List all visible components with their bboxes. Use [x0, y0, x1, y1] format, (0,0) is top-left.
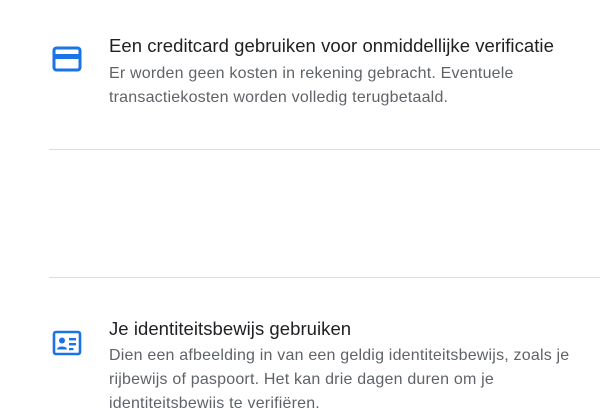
- option-credit-card[interactable]: Een creditcard gebruiken voor onmiddelli…: [0, 0, 610, 150]
- divider: [49, 277, 600, 278]
- option-description: Dien een afbeelding in van een geldig id…: [109, 347, 570, 408]
- option-title: Een creditcard gebruiken voor onmiddelli…: [109, 35, 554, 56]
- option-text: Je identiteitsbewijs gebruiken Dien een …: [109, 314, 589, 408]
- id-card-icon: [52, 330, 82, 356]
- option-text: Een creditcard gebruiken voor onmiddelli…: [109, 31, 589, 110]
- option-description: Er worden geen kosten in rekening gebrac…: [109, 65, 514, 106]
- option-id-card[interactable]: Je identiteitsbewijs gebruiken Dien een …: [0, 150, 610, 408]
- option-title: Je identiteitsbewijs gebruiken: [109, 318, 352, 339]
- credit-card-icon: [52, 46, 82, 72]
